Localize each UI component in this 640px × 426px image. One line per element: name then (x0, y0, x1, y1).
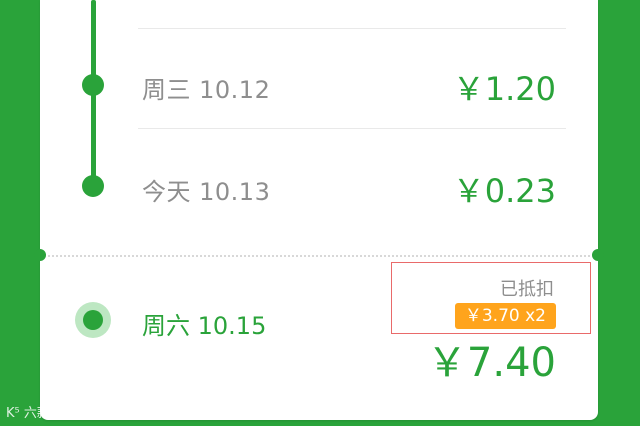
row-divider (138, 128, 566, 129)
watermark: K⁵ 六款客服 (6, 406, 76, 421)
row-divider (138, 28, 566, 29)
timeline-dot (82, 175, 104, 197)
ticket-notch-right (592, 249, 604, 261)
row-date-label: 周三 10.12 (142, 76, 271, 104)
ticket-notch-left (34, 249, 46, 261)
row-amount: ￥0.23 (452, 172, 556, 210)
row-date-label: 今天 10.13 (142, 178, 271, 206)
total-amount: ￥7.40 (426, 340, 556, 386)
earnings-card: 周三 10.12 ￥1.20 今天 10.13 ￥0.23 周六 10.15 已… (40, 0, 598, 420)
today-date-label: 周六 10.15 (142, 312, 267, 340)
deducted-badge: ￥3.70 x2 (454, 303, 556, 329)
dashed-divider (40, 255, 598, 257)
deducted-title: 已抵扣 (500, 279, 554, 300)
row-amount: ￥1.20 (452, 70, 556, 108)
today-dot-icon (83, 310, 103, 330)
timeline-dot (82, 74, 104, 96)
